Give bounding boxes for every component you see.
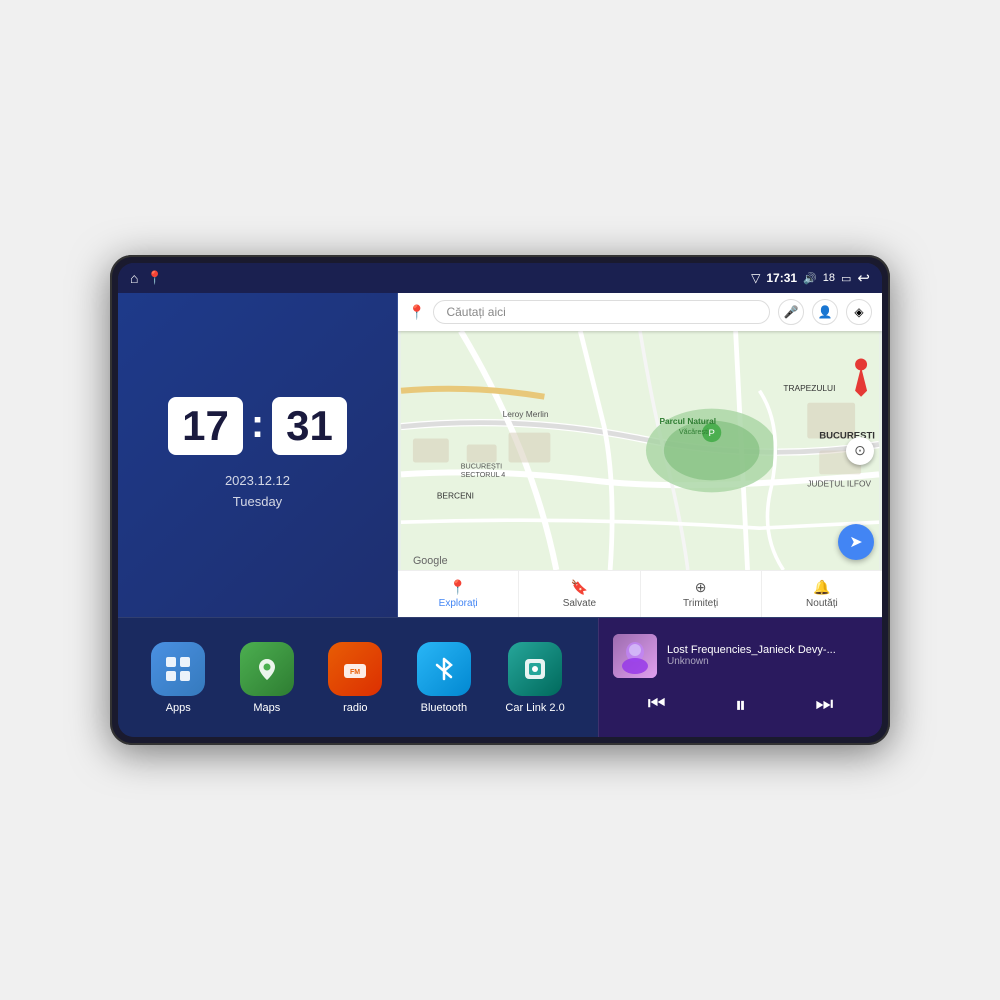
map-account-btn[interactable]: 👤 — [812, 299, 838, 325]
music-title: Lost Frequencies_Janieck Devy-... — [667, 644, 868, 656]
maps-status-icon[interactable]: 📍 — [146, 270, 162, 286]
map-footer-saved[interactable]: 🔖 Salvate — [519, 571, 640, 617]
svg-text:BUCUREȘTI: BUCUREȘTI — [461, 462, 502, 470]
back-icon[interactable]: ↩ — [857, 269, 870, 287]
svg-text:P: P — [709, 428, 715, 439]
maps-label: Maps — [253, 702, 280, 714]
map-search-bar[interactable]: Căutați aici — [433, 300, 770, 324]
music-panel: Lost Frequencies_Janieck Devy-... Unknow… — [598, 618, 882, 737]
map-navigate-btn[interactable]: ➤ — [838, 524, 874, 560]
carlink-icon — [508, 642, 562, 696]
music-text: Lost Frequencies_Janieck Devy-... Unknow… — [667, 644, 868, 667]
music-thumbnail — [613, 634, 657, 678]
clock-panel: 17 : 31 2023.12.12 Tuesday — [118, 293, 398, 617]
status-time: 17:31 — [766, 271, 797, 285]
map-footer-explore[interactable]: 📍 Explorați — [398, 571, 519, 617]
device-shell: ⌂ 📍 ▽ 17:31 🔊 18 ▭ ↩ 17 : — [110, 255, 890, 745]
svg-text:Google: Google — [413, 555, 448, 567]
search-placeholder: Căutați aici — [446, 305, 505, 319]
map-voice-btn[interactable]: 🎤 — [778, 299, 804, 325]
music-controls: ⏮ ⏸ ⏭ — [613, 688, 868, 722]
screen: ⌂ 📍 ▽ 17:31 🔊 18 ▭ ↩ 17 : — [118, 263, 882, 737]
map-location-btn[interactable]: ⊙ — [846, 437, 874, 465]
map-panel[interactable]: 📍 Căutați aici 🎤 👤 ◈ — [398, 293, 882, 617]
svg-text:Leroy Merlin: Leroy Merlin — [503, 409, 549, 419]
clock-minutes: 31 — [272, 397, 347, 455]
svg-text:Parcul Natural: Parcul Natural — [659, 416, 716, 426]
music-info: Lost Frequencies_Janieck Devy-... Unknow… — [613, 634, 868, 678]
clock-colon: : — [251, 402, 264, 447]
status-left: ⌂ 📍 — [130, 270, 163, 286]
clock-date: 2023.12.12 Tuesday — [225, 471, 290, 513]
clock-display: 17 : 31 — [168, 397, 347, 455]
main-area: 17 : 31 2023.12.12 Tuesday 📍 Căutați aic — [118, 293, 882, 737]
svg-text:SECTORUL 4: SECTORUL 4 — [461, 471, 506, 479]
app-item-carlink[interactable]: Car Link 2.0 — [505, 642, 564, 714]
svg-text:Văcărești: Văcărești — [679, 428, 709, 436]
bluetooth-icon-wrapper — [417, 642, 471, 696]
music-artist: Unknown — [667, 656, 868, 667]
map-header-icons: 🎤 👤 ◈ — [778, 299, 872, 325]
signal-icon: ▽ — [751, 271, 760, 285]
status-bar: ⌂ 📍 ▽ 17:31 🔊 18 ▭ ↩ — [118, 263, 882, 293]
app-item-apps[interactable]: Apps — [151, 642, 205, 714]
map-layers-btn[interactable]: ◈ — [846, 299, 872, 325]
map-footer-news[interactable]: 🔔 Noutăți — [762, 571, 882, 617]
volume-icon: 🔊 — [803, 272, 817, 285]
map-pin-icon: 📍 — [408, 304, 425, 321]
svg-text:TRAPEZULUI: TRAPEZULUI — [783, 383, 835, 393]
apps-panel: Apps Maps — [118, 618, 598, 737]
app-item-bluetooth[interactable]: Bluetooth — [417, 642, 471, 714]
app-item-radio[interactable]: FM radio — [328, 642, 382, 714]
bottom-row: Apps Maps — [118, 617, 882, 737]
battery-level: 18 — [823, 272, 835, 284]
explore-icon: 📍 — [449, 579, 466, 596]
send-icon: ⊕ — [695, 579, 707, 596]
status-right: ▽ 17:31 🔊 18 ▭ ↩ — [751, 269, 870, 287]
svg-text:BERCENI: BERCENI — [437, 490, 474, 500]
news-icon: 🔔 — [813, 579, 830, 596]
maps-icon — [240, 642, 294, 696]
map-header: 📍 Căutați aici 🎤 👤 ◈ — [398, 293, 882, 331]
saved-icon: 🔖 — [571, 579, 588, 596]
map-footer: 📍 Explorați 🔖 Salvate ⊕ Trimiteți 🔔 — [398, 570, 882, 617]
bluetooth-label: Bluetooth — [421, 702, 467, 714]
svg-text:FM: FM — [350, 669, 360, 676]
radio-label: radio — [343, 702, 367, 714]
carlink-label: Car Link 2.0 — [505, 702, 564, 714]
svg-text:JUDEȚUL ILFOV: JUDEȚUL ILFOV — [807, 478, 871, 488]
top-row: 17 : 31 2023.12.12 Tuesday 📍 Căutați aic — [118, 293, 882, 617]
map-footer-send[interactable]: ⊕ Trimiteți — [641, 571, 762, 617]
music-prev-btn[interactable]: ⏮ — [638, 689, 676, 720]
clock-hours: 17 — [168, 397, 243, 455]
map-container[interactable]: P Parcul Natural Văcărești Leroy Merlin … — [398, 331, 882, 570]
battery-icon: ▭ — [841, 272, 851, 285]
music-play-btn[interactable]: ⏸ — [725, 688, 756, 722]
apps-label: Apps — [166, 702, 191, 714]
radio-icon: FM — [328, 642, 382, 696]
home-icon[interactable]: ⌂ — [130, 270, 138, 286]
app-item-maps[interactable]: Maps — [240, 642, 294, 714]
apps-icon — [151, 642, 205, 696]
music-next-btn[interactable]: ⏭ — [805, 689, 843, 720]
